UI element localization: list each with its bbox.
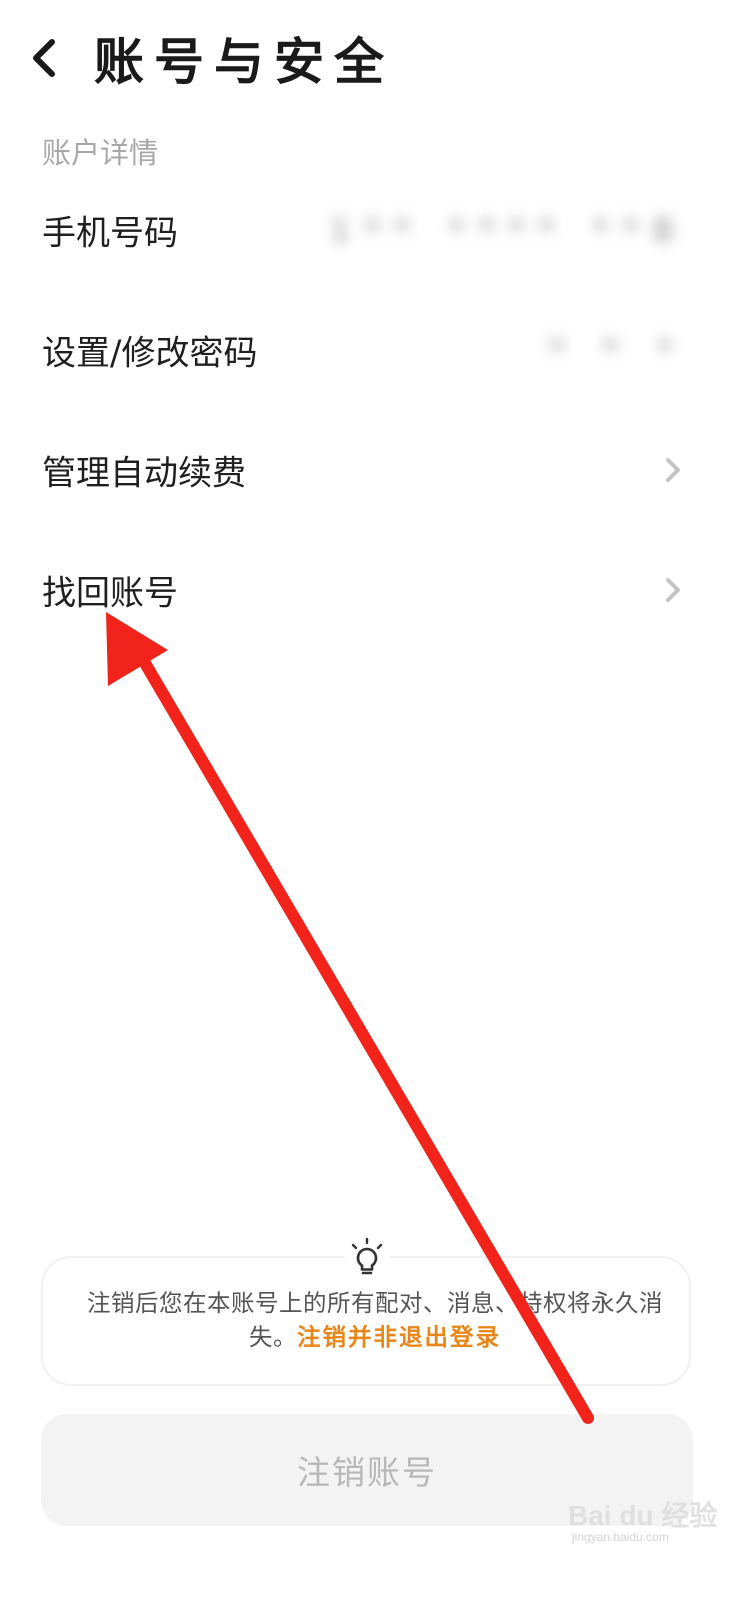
watermark-brand: Bai du 经验 [568, 1500, 718, 1531]
password-label: 设置/修改密码 [42, 333, 258, 374]
chevron-left-icon [33, 39, 55, 77]
chevron-right-icon [666, 578, 680, 602]
lightbulb-icon [345, 1236, 389, 1280]
auto-renew-row[interactable]: 管理自动续费 [0, 410, 749, 530]
chevron-right-icon [666, 458, 680, 482]
phone-number-row[interactable]: 手机号码 1** **** **8 [0, 170, 749, 290]
page-title: 账号与安全 [94, 32, 394, 91]
watermark-url: jingyan.baidu.com [572, 1530, 669, 1544]
watermark: Bai du 经验 jingyan.baidu.com [568, 1494, 738, 1554]
phone-number-label: 手机号码 [42, 213, 178, 254]
tip-highlight: 注销并非退出登录 [297, 1323, 501, 1351]
recover-account-row[interactable]: 找回账号 [0, 530, 749, 650]
auto-renew-label: 管理自动续费 [42, 453, 246, 494]
deactivate-account-label: 注销账号 [297, 1453, 437, 1492]
phone-number-value: 1** **** **8 [329, 211, 687, 249]
warning-tip-text: 注销后您在本账号上的所有配对、消息、特权将永久消失。注销并非退出登录 [80, 1286, 670, 1354]
password-value: * * * [548, 331, 687, 369]
header: 账号与安全 [0, 0, 749, 120]
section-label: 账户详情 [42, 136, 159, 170]
recover-account-label: 找回账号 [42, 573, 178, 614]
back-button[interactable] [22, 30, 72, 86]
password-row[interactable]: 设置/修改密码 * * * [0, 290, 749, 410]
